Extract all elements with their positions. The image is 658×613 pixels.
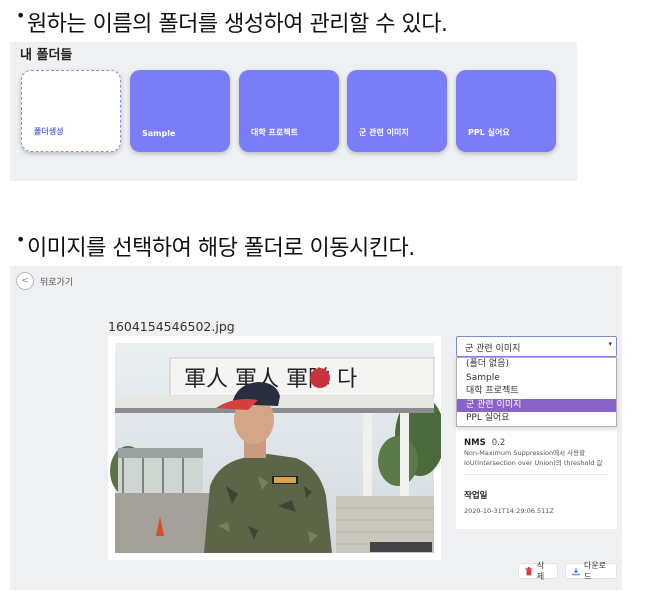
download-label: 다운로드 [583, 561, 607, 581]
folder-card-military-images[interactable]: 군 관련 이미지 [347, 70, 447, 152]
folder-option[interactable]: 대학 프로젝트 [457, 385, 616, 399]
created-value: 2020-10-31T14:29:06.511Z [464, 507, 554, 515]
folder-label: Sample [142, 129, 176, 138]
dropdown-arrow-icon: ▾ [608, 340, 612, 348]
download-icon [572, 567, 580, 575]
section-heading-2: •이미지를 선택하여 해당 폴더로 이동시킨다. [16, 230, 415, 261]
image-filename: 1604154546502.jpg [108, 319, 235, 334]
folder-label: 대학 프로젝트 [251, 128, 298, 137]
folder-option-selected[interactable]: 군 관련 이미지 [457, 398, 616, 413]
folder-option[interactable]: PPL 실어요 [457, 412, 616, 426]
divider [464, 474, 609, 475]
created-label: 작업일 [464, 491, 488, 501]
delete-button[interactable]: 삭제 [518, 561, 558, 581]
trash-icon [525, 566, 533, 575]
folder-label: PPL 실어요 [468, 128, 510, 137]
folder-label: 군 관련 이미지 [359, 128, 409, 137]
folder-card-sample[interactable]: Sample [130, 70, 230, 152]
nms-description: Non-Maximum Suppression에서 사용할 IoU(Inters… [464, 449, 603, 467]
folder-option[interactable]: Sample [457, 372, 616, 386]
nms-value: 0.2 [491, 438, 506, 448]
image-preview: 軍人 軍人 軍隊 다 [108, 336, 441, 560]
nms-label: NMS [464, 438, 486, 448]
chevron-left-icon: < [16, 272, 34, 290]
my-folders-title: 내 폴더들 [20, 48, 73, 63]
back-button[interactable]: < 뒤로가기 [16, 272, 73, 290]
folder-card-ppl[interactable]: PPL 실어요 [456, 70, 556, 152]
image-detail-panel: < 뒤로가기 1604154546502.jpg 軍人 軍人 軍隊 다 NMS … [10, 266, 622, 590]
create-folder-label: 폴더생성 [34, 127, 64, 136]
create-folder-card[interactable]: 폴더생성 [21, 70, 121, 152]
folder-select[interactable]: 군 관련 이미지 ▾ [456, 336, 617, 357]
section-heading-1: •원하는 이름의 폴더를 생성하여 관리할 수 있다. [16, 6, 448, 37]
nms-row: NMS 0.2 [464, 430, 505, 449]
folder-card-university-project[interactable]: 대학 프로젝트 [239, 70, 339, 152]
folder-dropdown-list: (폴더 없음) Sample 대학 프로젝트 군 관련 이미지 PPL 실어요 [456, 357, 617, 427]
back-label: 뒤로가기 [40, 277, 74, 288]
delete-label: 삭제 [536, 561, 545, 581]
soldier-photo: 軍人 軍人 軍隊 다 [110, 343, 441, 553]
folder-select-value: 군 관련 이미지 [465, 344, 521, 354]
download-button[interactable]: 다운로드 [565, 561, 617, 581]
my-folders-panel: 내 폴더들 폴더생성 Sample 대학 프로젝트 군 관련 이미지 PPL 실… [10, 42, 577, 181]
folder-option[interactable]: (폴더 없음) [457, 358, 616, 372]
